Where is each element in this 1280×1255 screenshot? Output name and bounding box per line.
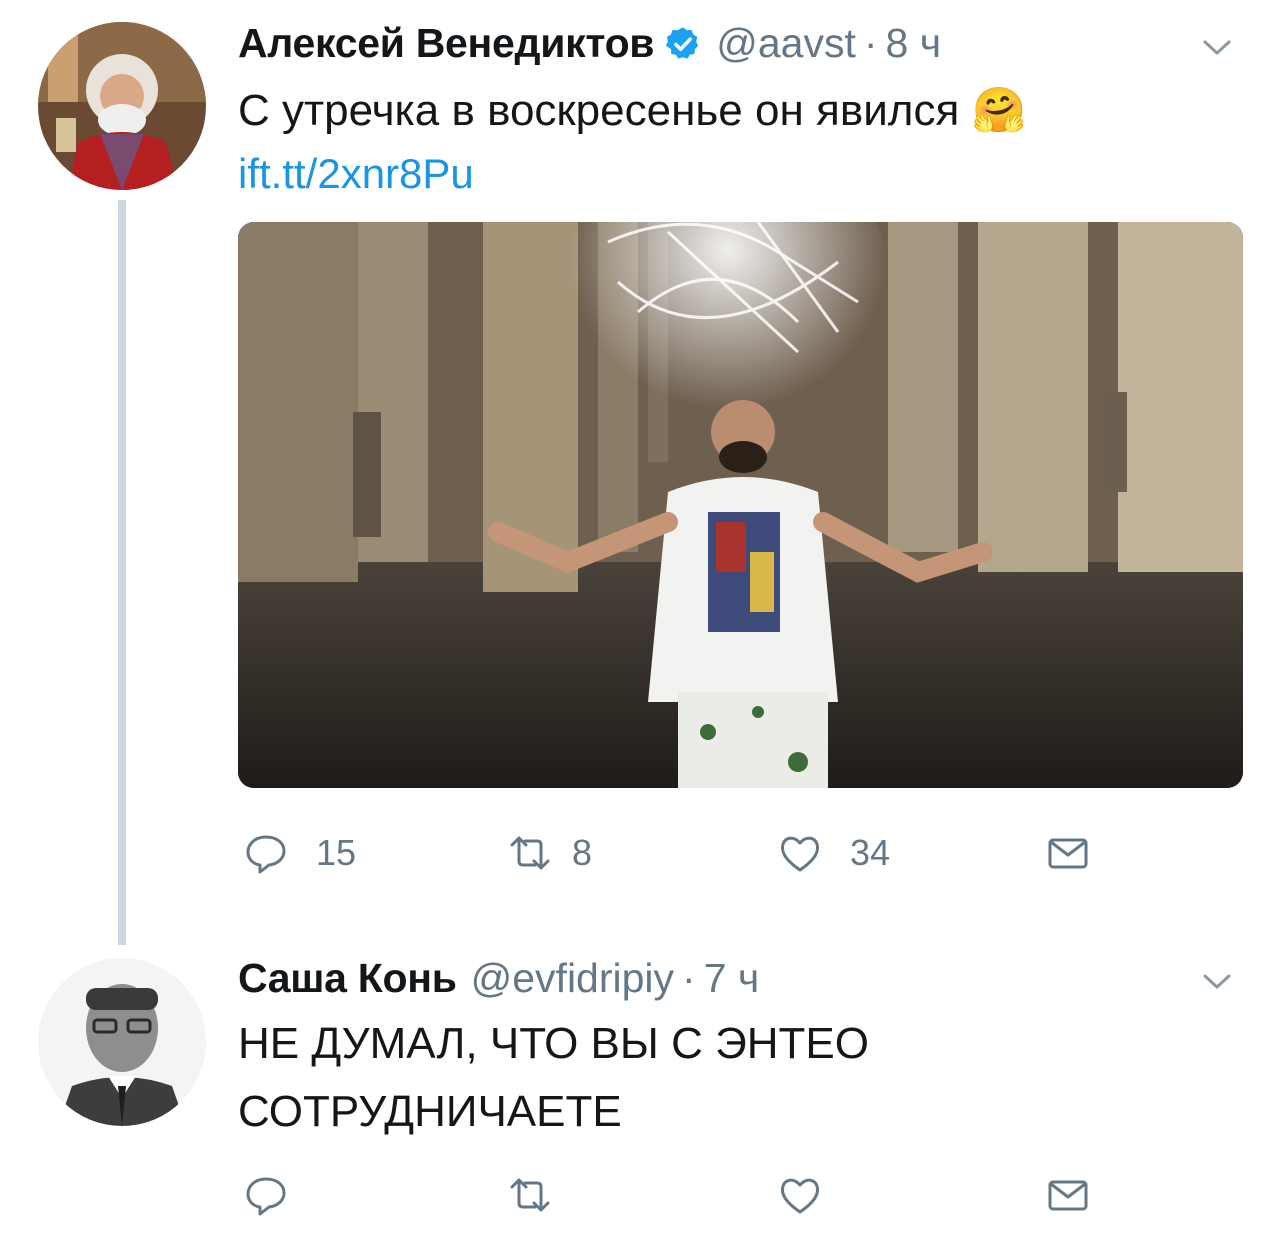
retweet-icon bbox=[510, 836, 550, 870]
hugging-face-emoji: 🤗 bbox=[971, 86, 1027, 135]
author-handle[interactable]: @evfidripiy bbox=[471, 955, 674, 1002]
like-button[interactable] bbox=[778, 1165, 822, 1225]
author-name[interactable]: Саша Конь bbox=[238, 955, 457, 1002]
tweet-1[interactable]: Алексей Венедиктов @aavst · 8 ч С утречк… bbox=[0, 0, 1280, 940]
tweet-link[interactable]: ift.tt/2xnr8Pu bbox=[238, 150, 474, 198]
retweet-button[interactable] bbox=[508, 1165, 552, 1225]
tweet-text: С утречка в воскресенье он явился 🤗 bbox=[238, 80, 1218, 142]
reply-count: 15 bbox=[316, 832, 357, 873]
retweet-button[interactable]: 8 bbox=[508, 823, 592, 883]
tweet-text-body: С утречка в воскресенье он явился bbox=[238, 86, 960, 135]
reply-button[interactable] bbox=[244, 1165, 288, 1225]
tweet-time[interactable]: 7 ч bbox=[704, 955, 760, 1002]
dm-button[interactable] bbox=[1046, 823, 1090, 883]
like-count: 34 bbox=[850, 832, 891, 873]
dm-button[interactable] bbox=[1046, 1165, 1090, 1225]
tweet-actions bbox=[238, 1165, 1118, 1225]
author-avatar[interactable] bbox=[38, 958, 206, 1126]
verified-badge-icon bbox=[666, 26, 699, 59]
author-avatar[interactable] bbox=[38, 22, 206, 190]
tweet-2[interactable]: Саша Конь @evfidripiy · 7 ч НЕ ДУМАЛ, ЧТ… bbox=[0, 940, 1280, 1255]
tweet-header: Алексей Венедиктов @aavst · 8 ч bbox=[238, 20, 941, 67]
separator: · bbox=[863, 20, 878, 66]
tweet-text: НЕ ДУМАЛ, ЧТО ВЫ С ЭНТЕО СОТРУДНИЧАЕТЕ bbox=[238, 1019, 869, 1136]
retweet-icon bbox=[510, 1178, 550, 1212]
tweet-time[interactable]: 8 ч bbox=[886, 20, 942, 67]
tweet-actions: 15 8 34 bbox=[238, 823, 1118, 883]
tweet-photo[interactable] bbox=[238, 222, 1243, 788]
like-icon bbox=[781, 836, 819, 872]
separator: · bbox=[682, 955, 696, 1001]
author-handle[interactable]: @aavst bbox=[716, 20, 856, 67]
tweet-header: Саша Конь @evfidripiy · 7 ч bbox=[238, 955, 759, 1002]
dm-icon bbox=[1048, 1180, 1088, 1211]
like-icon bbox=[781, 1178, 819, 1214]
retweet-count: 8 bbox=[572, 832, 593, 873]
author-name[interactable]: Алексей Венедиктов bbox=[238, 20, 655, 67]
reply-icon bbox=[246, 1177, 286, 1216]
chevron-down-icon[interactable] bbox=[1202, 972, 1232, 992]
dm-icon bbox=[1048, 838, 1088, 869]
reply-button[interactable]: 15 bbox=[244, 823, 356, 883]
reply-icon bbox=[246, 835, 286, 874]
like-button[interactable]: 34 bbox=[778, 823, 890, 883]
chevron-down-icon[interactable] bbox=[1202, 38, 1232, 58]
